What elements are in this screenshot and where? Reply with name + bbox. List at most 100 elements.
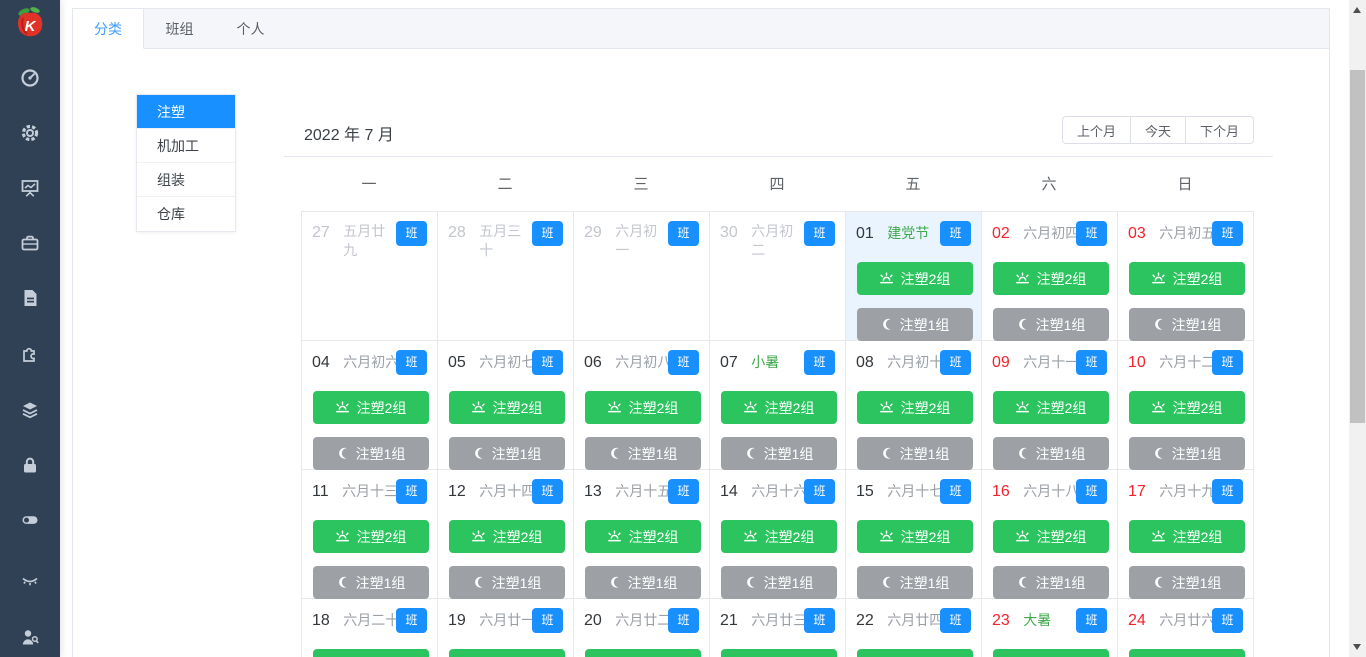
shift-badge[interactable]: 班	[668, 479, 699, 504]
tab[interactable]: 个人	[215, 9, 286, 49]
shift-badge[interactable]: 班	[804, 608, 835, 633]
shift-badge[interactable]: 班	[1076, 479, 1107, 504]
calendar-day-cell[interactable]: 21 六月廿三 班 注塑2组 注塑1组	[710, 599, 846, 657]
calendar-day-cell[interactable]: 29 六月初一 班	[574, 212, 710, 341]
calendar-day-cell[interactable]: 20 六月廿二 班 注塑2组 注塑1组	[574, 599, 710, 657]
shift-badge[interactable]: 班	[804, 221, 835, 246]
category-item[interactable]: 组装	[137, 163, 235, 197]
shift-badge[interactable]: 班	[940, 479, 971, 504]
night-shift-button[interactable]: 注塑1组	[312, 437, 429, 470]
day-shift-button[interactable]: 注塑2组	[448, 649, 565, 657]
calendar-day-cell[interactable]: 02 六月初四 班 注塑2组 注塑1组	[982, 212, 1118, 341]
shift-badge[interactable]: 班	[668, 221, 699, 246]
day-shift-button[interactable]: 注塑2组	[312, 391, 429, 424]
scroll-down-arrow[interactable]	[1353, 644, 1361, 650]
document-icon[interactable]	[20, 288, 40, 308]
day-shift-button[interactable]: 注塑2组	[448, 520, 565, 553]
shift-badge[interactable]: 班	[1212, 221, 1243, 246]
shift-badge[interactable]: 班	[668, 608, 699, 633]
night-shift-button[interactable]: 注塑1组	[312, 566, 429, 599]
day-shift-button[interactable]: 注塑2组	[856, 391, 973, 424]
shift-badge[interactable]: 班	[1076, 221, 1107, 246]
day-shift-button[interactable]: 注塑2组	[584, 649, 701, 657]
calendar-day-cell[interactable]: 22 六月廿四 班 注塑2组 注塑1组	[846, 599, 982, 657]
shift-badge[interactable]: 班	[1212, 350, 1243, 375]
dashboard-icon[interactable]	[20, 68, 40, 88]
presentation-chart-icon[interactable]	[20, 178, 40, 198]
shift-badge[interactable]: 班	[1076, 350, 1107, 375]
calendar-day-cell[interactable]: 10 六月十二 班 注塑2组 注塑1组	[1118, 341, 1254, 470]
night-shift-button[interactable]: 注塑1组	[992, 566, 1109, 599]
day-shift-button[interactable]: 注塑2组	[448, 391, 565, 424]
tab[interactable]: 班组	[144, 9, 215, 49]
calendar-day-cell[interactable]: 13 六月十五 班 注塑2组 注塑1组	[574, 470, 710, 599]
calendar-day-cell[interactable]: 23 大暑 班 注塑2组 注塑1组	[982, 599, 1118, 657]
day-shift-button[interactable]: 注塑2组	[992, 262, 1109, 295]
day-shift-button[interactable]: 注塑2组	[1128, 649, 1245, 657]
category-item[interactable]: 机加工	[137, 129, 235, 163]
tab[interactable]: 分类	[73, 9, 144, 49]
calendar-day-cell[interactable]: 12 六月十四 班 注塑2组 注塑1组	[438, 470, 574, 599]
category-item[interactable]: 注塑	[137, 95, 235, 129]
calendar-day-cell[interactable]: 05 六月初七 班 注塑2组 注塑1组	[438, 341, 574, 470]
day-shift-button[interactable]: 注塑2组	[1128, 262, 1245, 295]
shift-badge[interactable]: 班	[532, 350, 563, 375]
calendar-day-cell[interactable]: 06 六月初八 班 注塑2组 注塑1组	[574, 341, 710, 470]
night-shift-button[interactable]: 注塑1组	[1128, 437, 1245, 470]
night-shift-button[interactable]: 注塑1组	[584, 437, 701, 470]
calendar-day-cell[interactable]: 24 六月廿六 班 注塑2组 注塑1组	[1118, 599, 1254, 657]
day-shift-button[interactable]: 注塑2组	[856, 262, 973, 295]
night-shift-button[interactable]: 注塑1组	[992, 437, 1109, 470]
calendar-day-cell[interactable]: 17 六月十九 班 注塑2组 注塑1组	[1118, 470, 1254, 599]
calendar-day-cell[interactable]: 04 六月初六 班 注塑2组 注塑1组	[302, 341, 438, 470]
shift-badge[interactable]: 班	[940, 608, 971, 633]
night-shift-button[interactable]: 注塑1组	[856, 308, 973, 341]
calendar-day-cell[interactable]: 03 六月初五 班 注塑2组 注塑1组	[1118, 212, 1254, 341]
night-shift-button[interactable]: 注塑1组	[856, 566, 973, 599]
calendar-day-cell[interactable]: 15 六月十七 班 注塑2组 注塑1组	[846, 470, 982, 599]
night-shift-button[interactable]: 注塑1组	[448, 437, 565, 470]
shift-badge[interactable]: 班	[396, 479, 427, 504]
scroll-up-arrow[interactable]	[1353, 7, 1361, 13]
calendar-day-cell[interactable]: 18 六月二十 班 注塑2组 注塑1组	[302, 599, 438, 657]
shift-badge[interactable]: 班	[804, 479, 835, 504]
day-shift-button[interactable]: 注塑2组	[1128, 391, 1245, 424]
night-shift-button[interactable]: 注塑1组	[856, 437, 973, 470]
day-shift-button[interactable]: 注塑2组	[720, 391, 837, 424]
shift-badge[interactable]: 班	[940, 350, 971, 375]
eye-closed-icon[interactable]	[20, 570, 40, 590]
shift-badge[interactable]: 班	[396, 608, 427, 633]
category-item[interactable]: 仓库	[137, 197, 235, 231]
night-shift-button[interactable]: 注塑1组	[1128, 308, 1245, 341]
prev-month-button[interactable]: 上个月	[1061, 116, 1131, 144]
toggle-icon[interactable]	[20, 510, 40, 530]
calendar-day-cell[interactable]: 28 五月三十 班	[438, 212, 574, 341]
user-search-icon[interactable]	[20, 627, 40, 647]
night-shift-button[interactable]: 注塑1组	[584, 566, 701, 599]
shift-badge[interactable]: 班	[532, 608, 563, 633]
shift-badge[interactable]: 班	[804, 350, 835, 375]
shift-badge[interactable]: 班	[940, 221, 971, 246]
today-button[interactable]: 今天	[1130, 116, 1186, 144]
day-shift-button[interactable]: 注塑2组	[312, 649, 429, 657]
calendar-day-cell[interactable]: 08 六月初十 班 注塑2组 注塑1组	[846, 341, 982, 470]
lock-icon[interactable]	[20, 455, 40, 475]
shift-badge[interactable]: 班	[396, 221, 427, 246]
scrollbar-thumb[interactable]	[1350, 70, 1365, 423]
day-shift-button[interactable]: 注塑2组	[720, 649, 837, 657]
calendar-day-cell[interactable]: 14 六月十六 班 注塑2组 注塑1组	[710, 470, 846, 599]
gear-icon[interactable]	[20, 123, 40, 143]
shift-badge[interactable]: 班	[1212, 479, 1243, 504]
day-shift-button[interactable]: 注塑2组	[856, 649, 973, 657]
day-shift-button[interactable]: 注塑2组	[856, 520, 973, 553]
calendar-day-cell[interactable]: 11 六月十三 班 注塑2组 注塑1组	[302, 470, 438, 599]
calendar-day-cell[interactable]: 01 建党节 班 注塑2组 注塑1组	[846, 212, 982, 341]
night-shift-button[interactable]: 注塑1组	[720, 566, 837, 599]
calendar-day-cell[interactable]: 27 五月廿九 班	[302, 212, 438, 341]
day-shift-button[interactable]: 注塑2组	[720, 520, 837, 553]
night-shift-button[interactable]: 注塑1组	[1128, 566, 1245, 599]
day-shift-button[interactable]: 注塑2组	[992, 649, 1109, 657]
calendar-day-cell[interactable]: 30 六月初二 班	[710, 212, 846, 341]
day-shift-button[interactable]: 注塑2组	[992, 391, 1109, 424]
shift-badge[interactable]: 班	[532, 221, 563, 246]
